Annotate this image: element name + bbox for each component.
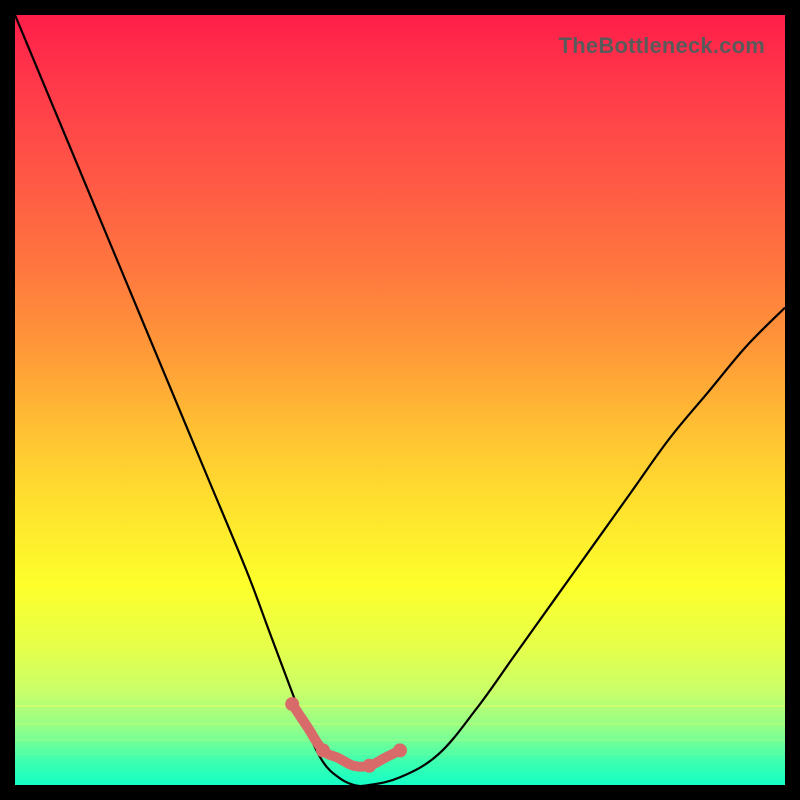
chart-frame: TheBottleneck.com bbox=[0, 0, 800, 800]
optimal-range-highlight bbox=[292, 704, 400, 767]
curve-svg bbox=[15, 15, 785, 785]
plot-area: TheBottleneck.com bbox=[15, 15, 785, 785]
highlight-dot bbox=[362, 759, 376, 773]
highlight-dot bbox=[393, 743, 407, 757]
highlight-dot bbox=[285, 697, 299, 711]
bottleneck-curve bbox=[15, 15, 785, 786]
highlight-dot bbox=[316, 743, 330, 757]
